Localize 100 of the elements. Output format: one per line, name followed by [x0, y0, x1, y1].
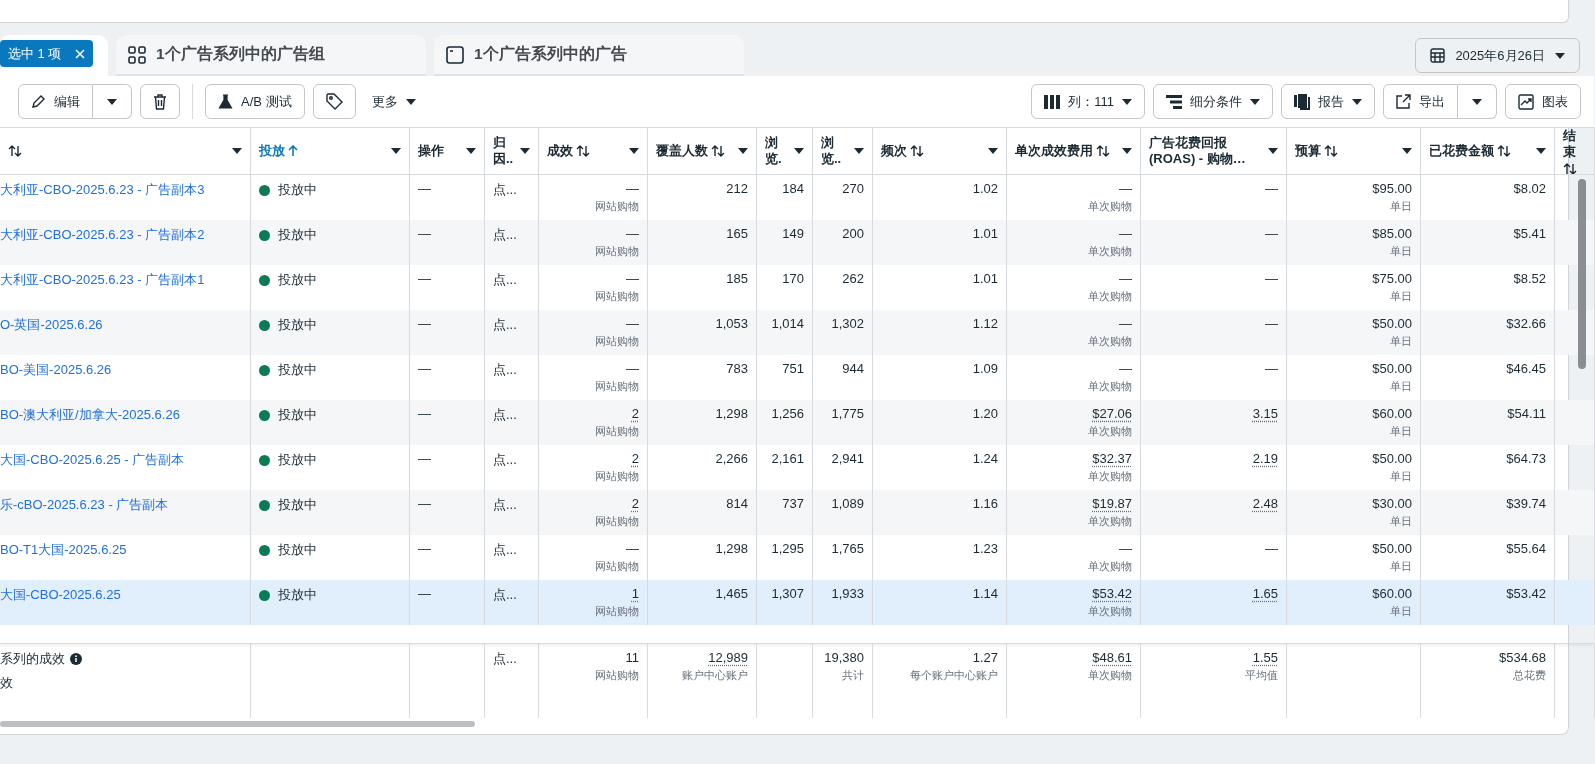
- table-row[interactable]: O-英国-2025.6.26 投放中 — 点... — 网站购物 1,053 1,014 1,302 1.12 — 单次购物 — $50.00 单日 $32.66: [0, 310, 1594, 355]
- campaign-link[interactable]: 大利亚-CBO-2025.6.23 - 广告副本3: [0, 181, 205, 199]
- cell-caption: 单日: [1390, 379, 1412, 394]
- sort-icon: [1563, 162, 1577, 174]
- table-cell: 1,014: [771, 316, 804, 331]
- table-cell: —: [1265, 361, 1278, 376]
- status-text: 投放中: [278, 226, 317, 244]
- table-cell: 1: [631, 586, 639, 601]
- column-header[interactable]: 浏览..: [821, 135, 850, 167]
- table-row[interactable]: 大国-CBO-2025.6.25 投放中 — 点... 1 网站购物 1,465 1,307 1,933 1.14 $53.42 单次购物 1.65 $60.00 单日 $53.42: [0, 580, 1594, 625]
- breakdown-button[interactable]: 细分条件: [1153, 84, 1273, 119]
- column-header[interactable]: 单次成效费用: [1015, 143, 1093, 159]
- table-cell: 262: [842, 271, 864, 286]
- cell-caption: 网站购物: [595, 604, 639, 619]
- cell-caption: 单日: [1390, 334, 1412, 349]
- table-cell: 1,775: [831, 406, 864, 421]
- column-header[interactable]: 频次: [881, 143, 907, 159]
- table-cell: 点...: [493, 316, 517, 334]
- table-cell: $53.42: [1506, 586, 1546, 601]
- column-header[interactable]: 覆盖人数: [656, 143, 708, 159]
- column-header[interactable]: 归因..: [493, 135, 516, 167]
- tag-button[interactable]: [312, 84, 356, 119]
- table-cell: 2: [631, 451, 639, 466]
- table-cell: 1,256: [771, 406, 804, 421]
- date-picker[interactable]: 2025年6月26日: [1415, 38, 1580, 73]
- caret-icon: [1122, 148, 1132, 154]
- cell-caption: 单次购物: [1088, 514, 1132, 529]
- cell-caption: 单日: [1390, 424, 1412, 439]
- table-cell: 点...: [493, 451, 517, 469]
- campaign-link[interactable]: 大利亚-CBO-2025.6.23 - 广告副本1: [0, 271, 205, 289]
- campaign-link[interactable]: BO-美国-2025.6.26: [0, 361, 112, 379]
- table-cell: 1,933: [831, 586, 864, 601]
- campaign-link[interactable]: 大国-CBO-2025.6.25: [0, 586, 121, 604]
- scrollbar[interactable]: [0, 721, 475, 727]
- column-header[interactable]: 操作: [418, 143, 444, 159]
- cell-caption: 网站购物: [595, 289, 639, 304]
- table-cell: $75.00: [1372, 271, 1412, 286]
- table-cell: 2: [631, 496, 639, 511]
- table-cell: —: [1265, 181, 1278, 196]
- table-row[interactable]: 大利亚-CBO-2025.6.23 - 广告副本2 投放中 — 点... — 网站购物 165 149 200 1.01 — 单次购物 — $85.00 单日 $5.41: [0, 220, 1594, 265]
- table-cell: 1.27: [972, 650, 998, 665]
- campaign-link[interactable]: 大利亚-CBO-2025.6.23 - 广告副本2: [0, 226, 205, 244]
- table-row[interactable]: 乐-cBO-2025.6.23 - 广告副本 投放中 — 点... 2 网站购物 814 737 1,089 1.16 $19.87 单次购物 2.48 $30.00 单日 $39.74: [0, 490, 1594, 535]
- table-cell: 点...: [493, 496, 517, 514]
- close-icon[interactable]: [75, 48, 86, 59]
- cell-caption: 网站购物: [595, 424, 639, 439]
- cell-caption: 单次购物: [1088, 469, 1132, 484]
- scrollbar[interactable]: [1578, 179, 1586, 369]
- status-dot: [259, 499, 270, 511]
- tab[interactable]: 1个广告系列中的广告: [434, 35, 744, 76]
- sort-icon: [1096, 145, 1110, 157]
- campaign-link[interactable]: 大国-CBO-2025.6.25 - 广告副本: [0, 451, 185, 469]
- table-cell: 2,266: [715, 451, 748, 466]
- tab[interactable]: 1个广告系列中的广告组: [116, 35, 426, 76]
- info-icon[interactable]: [70, 653, 82, 665]
- table-cell: $53.42: [1092, 586, 1132, 601]
- table-cell: 点...: [493, 181, 517, 199]
- column-header[interactable]: 广告花费回报 (ROAS) - 购物…: [1149, 135, 1264, 167]
- campaign-link[interactable]: BO-T1大国-2025.6.25: [0, 541, 127, 559]
- column-header[interactable]: 结束: [1563, 128, 1586, 160]
- table-cell: —: [418, 541, 431, 556]
- table-cell: 1.65: [1252, 586, 1278, 601]
- sort-icon: [8, 145, 22, 157]
- table-cell: 点...: [493, 226, 517, 244]
- dropdown-button[interactable]: [93, 84, 132, 119]
- reports-button[interactable]: 报告: [1281, 84, 1375, 119]
- caret-icon: [1268, 148, 1278, 154]
- selection-tab[interactable]: 选中 1 项: [0, 35, 108, 76]
- table-cell: $55.64: [1506, 541, 1546, 556]
- ab-test-button[interactable]: A/B 测试: [205, 84, 305, 119]
- table-cell: 1.55: [1252, 650, 1278, 665]
- table-cell: 184: [782, 181, 804, 196]
- column-header[interactable]: 预算: [1295, 143, 1321, 159]
- column-header[interactable]: 浏览.: [765, 135, 790, 167]
- campaign-link[interactable]: O-英国-2025.6.26: [0, 316, 103, 334]
- table-cell: $60.00: [1372, 586, 1412, 601]
- export-button[interactable]: 导出: [1383, 84, 1458, 119]
- campaign-link[interactable]: BO-澳大利亚/加拿大-2025.6.26: [0, 406, 180, 424]
- column-header[interactable]: 成效: [547, 143, 573, 159]
- table-row[interactable]: BO-澳大利亚/加拿大-2025.6.26 投放中 — 点... 2 网站购物 1,298 1,256 1,775 1.20 $27.06 单次购物 3.15 $60.00 单日 $54.11: [0, 400, 1594, 445]
- table-cell: 1.01: [972, 271, 998, 286]
- table-cell: $5.41: [1513, 226, 1546, 241]
- table-cell: 1.14: [972, 586, 998, 601]
- campaign-link[interactable]: 乐-cBO-2025.6.23 - 广告副本: [0, 496, 169, 514]
- edit-button[interactable]: 编辑: [18, 84, 93, 119]
- table-cell: 1,298: [715, 406, 748, 421]
- selection-chip[interactable]: 选中 1 项: [0, 40, 94, 67]
- columns-button[interactable]: 列：111: [1031, 84, 1145, 119]
- table-cell: 1,089: [831, 496, 864, 511]
- column-header[interactable]: 已花费金额: [1429, 143, 1494, 159]
- charts-button[interactable]: 图表: [1505, 84, 1581, 119]
- cell-caption: 单日: [1390, 244, 1412, 259]
- summary-title: 系列的成效: [0, 650, 65, 668]
- table-cell: 1.23: [972, 541, 998, 556]
- column-header[interactable]: 投放: [259, 143, 285, 159]
- table-cell: —: [418, 181, 431, 196]
- status-text: 投放中: [278, 181, 317, 199]
- dropdown-button[interactable]: [1458, 84, 1497, 119]
- table-cell: 1.02: [972, 181, 998, 196]
- delete-button[interactable]: [140, 84, 180, 119]
